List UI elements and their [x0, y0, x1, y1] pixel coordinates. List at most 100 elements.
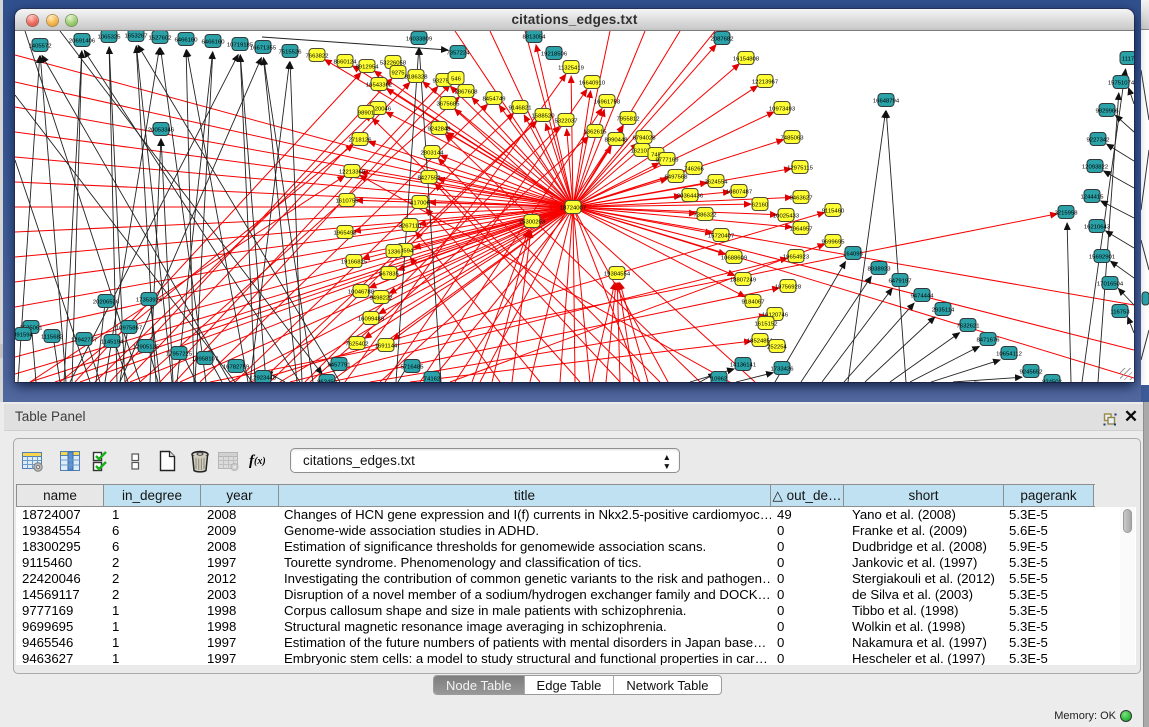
svg-text:7625402: 7625402 — [346, 342, 369, 348]
svg-text:7357224: 7357224 — [447, 51, 471, 57]
svg-text:7663822: 7663822 — [306, 54, 329, 60]
svg-text:9457791: 9457791 — [328, 363, 351, 369]
svg-text:9829966: 9829966 — [1096, 109, 1120, 115]
svg-text:1964957: 1964957 — [790, 227, 813, 233]
svg-text:8813054: 8813054 — [523, 35, 547, 41]
svg-text:16640910: 16640910 — [579, 81, 606, 87]
svg-text:1733426: 1733426 — [771, 367, 795, 373]
svg-text:12213967: 12213967 — [752, 80, 778, 86]
svg-text:18724007: 18724007 — [560, 206, 586, 212]
svg-text:1362615: 1362615 — [584, 130, 608, 136]
svg-text:12942737: 12942737 — [71, 338, 97, 344]
svg-text:8990448: 8990448 — [605, 138, 629, 144]
svg-text:164095: 164095 — [843, 252, 863, 258]
svg-text:20691406: 20691406 — [69, 39, 96, 45]
svg-text:20364436: 20364436 — [677, 194, 704, 200]
svg-text:12905135: 12905135 — [133, 345, 160, 351]
svg-text:17957225: 17957225 — [166, 352, 193, 358]
svg-text:8186328: 8186328 — [405, 75, 429, 81]
svg-text:962450: 962450 — [317, 380, 337, 383]
svg-text:1065325: 1065325 — [98, 35, 122, 41]
svg-text:17016504: 17016504 — [1097, 282, 1124, 288]
svg-text:10973493: 10973493 — [769, 107, 796, 113]
svg-text:20053346: 20053346 — [148, 128, 175, 134]
svg-text:5716485: 5716485 — [401, 365, 425, 371]
svg-text:1965493: 1965493 — [334, 231, 358, 237]
svg-text:1145194: 1145194 — [101, 340, 124, 346]
svg-text:19218506: 19218506 — [541, 52, 568, 58]
svg-text:9245652: 9245652 — [1020, 370, 1043, 376]
svg-text:1653267: 1653267 — [125, 34, 148, 40]
svg-text:12213369: 12213369 — [339, 170, 365, 176]
svg-text:10025433: 10025433 — [773, 214, 800, 220]
svg-text:924502: 924502 — [1042, 380, 1062, 383]
svg-text:9474444: 9474444 — [911, 294, 935, 300]
svg-text:15751074: 15751074 — [1108, 81, 1134, 87]
svg-text:8660124: 8660124 — [334, 60, 358, 66]
svg-text:9184067: 9184067 — [742, 300, 765, 306]
svg-text:9498222: 9498222 — [370, 296, 393, 302]
svg-text:2087682: 2087682 — [711, 37, 734, 43]
svg-text:11325419: 11325419 — [558, 66, 584, 72]
svg-text:8912954: 8912954 — [356, 65, 380, 71]
svg-text:16648794: 16648794 — [873, 99, 900, 105]
svg-text:16099489: 16099489 — [358, 317, 384, 323]
svg-text:19166825: 19166825 — [341, 260, 368, 266]
svg-text:19384554: 19384554 — [604, 272, 631, 278]
svg-text:2718126: 2718126 — [349, 138, 373, 144]
svg-text:12923448: 12923448 — [250, 376, 277, 382]
svg-text:16210643: 16210643 — [1084, 225, 1111, 231]
svg-text:3675685: 3675685 — [437, 102, 461, 108]
svg-text:9699695: 9699695 — [822, 240, 846, 246]
svg-text:16154808: 16154808 — [733, 57, 760, 63]
svg-text:1610755: 1610755 — [336, 199, 360, 205]
svg-text:7632621: 7632621 — [957, 324, 980, 330]
svg-text:62160: 62160 — [752, 203, 769, 209]
svg-text:6479197: 6479197 — [889, 279, 912, 285]
svg-text:16671355: 16671355 — [250, 46, 277, 52]
svg-text:1527602: 1527602 — [149, 36, 172, 42]
svg-text:1244415: 1244415 — [1081, 195, 1105, 201]
svg-text:9777169: 9777169 — [656, 158, 679, 164]
svg-text:8938923: 8938923 — [868, 267, 892, 273]
svg-text:10975867: 10975867 — [116, 326, 142, 332]
svg-text:6466160: 6466160 — [175, 38, 199, 44]
svg-text:14136141: 14136141 — [730, 363, 756, 369]
svg-text:15720407: 15720407 — [708, 234, 734, 240]
svg-text:546: 546 — [451, 77, 462, 83]
svg-text:2867608: 2867608 — [455, 90, 479, 96]
svg-text:10807487: 10807487 — [726, 190, 752, 196]
svg-text:9275: 9275 — [391, 71, 405, 77]
svg-text:12975115: 12975115 — [787, 166, 813, 172]
svg-text:1115682: 1115682 — [41, 335, 63, 341]
svg-text:3624554: 3624554 — [705, 180, 729, 186]
svg-text:116753: 116753 — [1110, 310, 1130, 316]
svg-text:417006: 417006 — [410, 201, 430, 207]
svg-text:1117: 1117 — [1122, 57, 1134, 63]
svg-text:9242848: 9242848 — [428, 127, 452, 133]
svg-text:746266: 746266 — [684, 167, 704, 173]
svg-text:19756928: 19756928 — [775, 285, 802, 291]
svg-text:10654112: 10654112 — [996, 352, 1022, 358]
svg-text:17353924: 17353924 — [136, 298, 163, 304]
svg-text:1336: 1336 — [387, 250, 401, 256]
svg-text:25300203: 25300203 — [519, 220, 546, 226]
svg-text:1588520: 1588520 — [532, 114, 556, 120]
svg-text:2803144: 2803144 — [421, 151, 445, 157]
svg-text:7515526: 7515526 — [279, 50, 303, 56]
svg-text:10688609: 10688609 — [721, 256, 747, 262]
svg-text:10958107: 10958107 — [192, 357, 218, 363]
svg-text:10962: 10962 — [711, 377, 727, 383]
svg-text:391594: 391594 — [15, 333, 34, 339]
svg-text:20206536: 20206536 — [93, 300, 120, 306]
svg-text:9115460: 9115460 — [822, 209, 845, 215]
svg-text:3267110: 3267110 — [399, 224, 422, 230]
svg-text:9463627: 9463627 — [790, 196, 813, 202]
svg-text:16961758: 16961758 — [594, 100, 621, 106]
svg-text:252254: 252254 — [767, 345, 787, 351]
svg-text:3215958: 3215958 — [1055, 211, 1079, 217]
svg-text:1615152: 1615152 — [755, 322, 778, 328]
svg-text:9227342: 9227342 — [1087, 138, 1110, 144]
svg-text:567835: 567835 — [379, 272, 399, 278]
svg-text:18807249: 18807249 — [730, 278, 756, 284]
